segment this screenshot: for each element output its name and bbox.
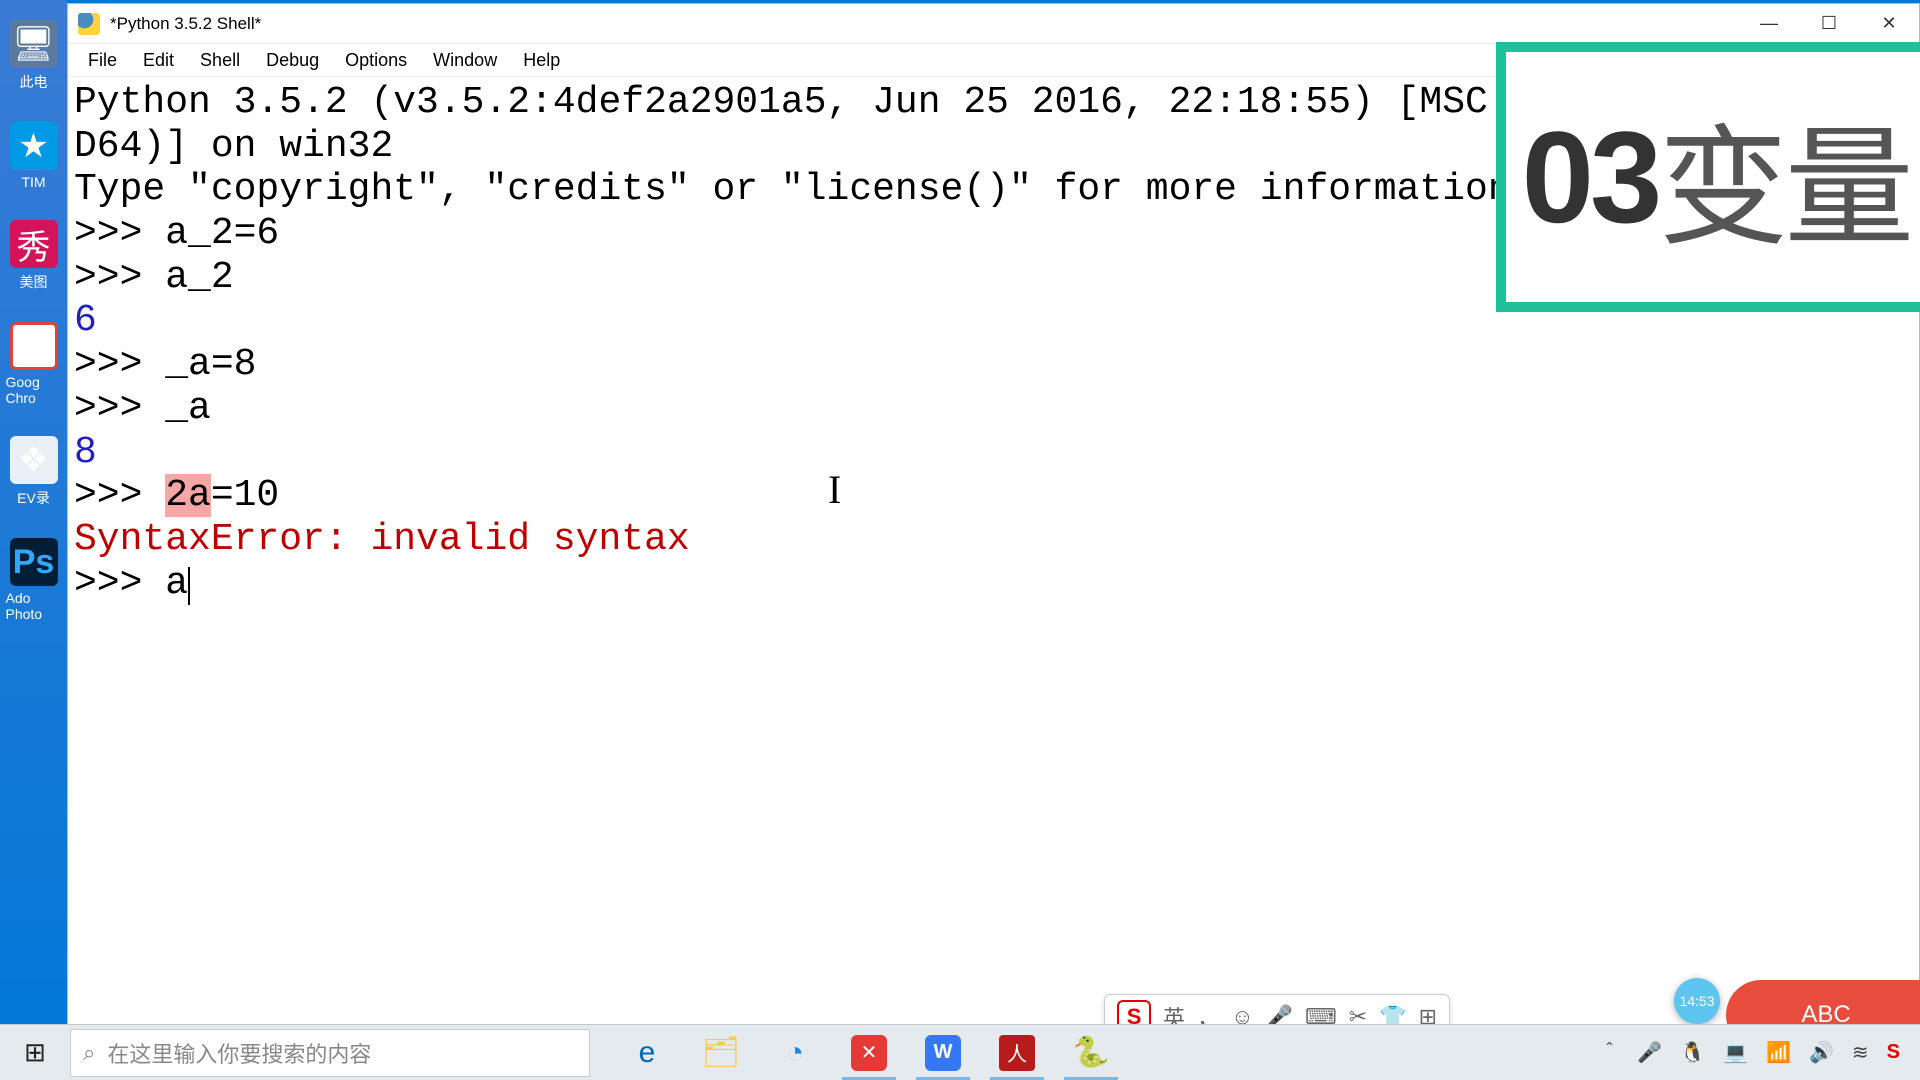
- desktop-icon-tim[interactable]: ★ TIM: [6, 122, 62, 190]
- desktop-icon-label: Ado Photo: [6, 590, 62, 622]
- minimize-button[interactable]: —: [1739, 4, 1799, 44]
- banner-line: Type "copyright", "credits" or "license(…: [74, 168, 1511, 211]
- prompt: >>>: [74, 212, 165, 255]
- chrome-icon: ◐: [10, 322, 58, 370]
- shell-input: _a: [165, 387, 211, 430]
- banner-line: D64)] on win32: [74, 125, 393, 168]
- desktop-icon-meitu[interactable]: 秀美图: [6, 220, 62, 292]
- desktop-icon-label: EV录: [17, 488, 50, 508]
- shell-input: a: [165, 562, 188, 605]
- text-cursor: [188, 567, 190, 605]
- taskbar-app-wps[interactable]: W: [906, 1025, 980, 1080]
- banner-line: Python 3.5.2 (v3.5.2:4def2a2901a5, Jun 2…: [74, 81, 1511, 124]
- taskbar-app-explorer[interactable]: 🗂: [684, 1025, 758, 1080]
- tim-icon: ★: [10, 122, 58, 170]
- desktop-icon-this-pc[interactable]: 🖥 此电: [6, 20, 62, 92]
- desktop-icon-label: 美图: [20, 272, 48, 292]
- shell-input: a_2=6: [165, 212, 279, 255]
- window-title: *Python 3.5.2 Shell*: [110, 14, 261, 34]
- meitu-icon: 秀: [10, 220, 58, 268]
- desktop-icon-label: Goog Chro: [6, 374, 62, 406]
- tray-qq-icon[interactable]: 🐧: [1680, 1040, 1705, 1065]
- shell-input: =10: [211, 474, 279, 517]
- taskbar-apps: e 🗂 ◔ ✕ W 人 🐍: [610, 1025, 1128, 1080]
- start-button[interactable]: ⊞: [0, 1025, 70, 1080]
- taskbar-app-clock[interactable]: ◔: [758, 1025, 832, 1080]
- lesson-number: 03: [1522, 102, 1659, 252]
- tray-sogou-icon[interactable]: S: [1887, 1041, 1900, 1064]
- python-icon: [78, 13, 100, 35]
- prompt: >>>: [74, 387, 165, 430]
- taskbar-app-edge[interactable]: e: [610, 1025, 684, 1080]
- close-button[interactable]: ✕: [1859, 4, 1919, 44]
- shell-input: a_2: [165, 256, 233, 299]
- taskbar-app-xiezuo[interactable]: ✕: [832, 1025, 906, 1080]
- tray-mic-icon[interactable]: 🎤: [1637, 1040, 1662, 1065]
- desktop-icon-label: TIM: [21, 174, 45, 190]
- ev-icon: ❖: [10, 436, 58, 484]
- menu-debug[interactable]: Debug: [254, 46, 331, 75]
- taskbar-app-pdf[interactable]: 人: [980, 1025, 1054, 1080]
- pdf-icon: 人: [999, 1035, 1035, 1071]
- menu-shell[interactable]: Shell: [188, 46, 252, 75]
- desktop-icon-ps[interactable]: Ps Ado Photo: [6, 538, 62, 622]
- lesson-overlay: 03变量: [1496, 42, 1920, 312]
- tray-laptop-icon[interactable]: 💻: [1723, 1040, 1748, 1065]
- menu-file[interactable]: File: [76, 46, 129, 75]
- syntax-error-token: 2a: [165, 474, 211, 517]
- titlebar[interactable]: *Python 3.5.2 Shell* — ☐ ✕: [68, 4, 1919, 44]
- floating-time-bubble[interactable]: 14:53: [1674, 978, 1720, 1024]
- maximize-button[interactable]: ☐: [1799, 4, 1859, 44]
- taskbar-app-python[interactable]: 🐍: [1054, 1025, 1128, 1080]
- prompt: >>>: [74, 562, 165, 605]
- desktop-icon-chrome[interactable]: ◐ Goog Chro: [6, 322, 62, 406]
- this-pc-icon: 🖥: [10, 20, 58, 68]
- shell-output: 6: [74, 299, 97, 342]
- desktop-icon-label: 此电: [20, 72, 48, 92]
- taskbar: ⊞ ⌕ 在这里输入你要搜索的内容 e 🗂 ◔ ✕ W 人 🐍 ＾ 🎤 🐧 💻 📶…: [0, 1024, 1920, 1080]
- taskbar-search[interactable]: ⌕ 在这里输入你要搜索的内容: [70, 1029, 590, 1077]
- shell-output: 8: [74, 431, 97, 474]
- tray-overflow-icon[interactable]: ＾: [1599, 1038, 1619, 1067]
- search-placeholder: 在这里输入你要搜索的内容: [107, 1037, 371, 1069]
- error-message: SyntaxError: invalid syntax: [74, 518, 690, 561]
- menu-window[interactable]: Window: [421, 46, 509, 75]
- prompt: >>>: [74, 474, 165, 517]
- ps-icon: Ps: [10, 538, 58, 586]
- menu-edit[interactable]: Edit: [131, 46, 186, 75]
- desktop-icon-ev[interactable]: ❖ EV录: [6, 436, 62, 508]
- mouse-ibeam-icon: I: [828, 467, 841, 513]
- menu-options[interactable]: Options: [333, 46, 419, 75]
- system-tray: ＾ 🎤 🐧 💻 📶 🔊 ≋ S: [1599, 1038, 1920, 1067]
- w-icon: W: [925, 1035, 961, 1071]
- tray-volume-icon[interactable]: 🔊: [1809, 1040, 1834, 1065]
- x-icon: ✕: [851, 1035, 887, 1071]
- tray-wifi-icon[interactable]: 📶: [1766, 1040, 1791, 1065]
- prompt: >>>: [74, 343, 165, 386]
- prompt: >>>: [74, 256, 165, 299]
- search-icon: ⌕: [83, 1040, 95, 1066]
- shell-input: _a=8: [165, 343, 256, 386]
- lesson-title: 变量: [1658, 83, 1910, 271]
- menu-help[interactable]: Help: [511, 46, 572, 75]
- tray-misc-icon[interactable]: ≋: [1852, 1040, 1869, 1065]
- desktop: 🖥 此电 ★ TIM 秀美图 ◐ Goog Chro ❖ EV录 Ps Ado Photo: [0, 0, 67, 1080]
